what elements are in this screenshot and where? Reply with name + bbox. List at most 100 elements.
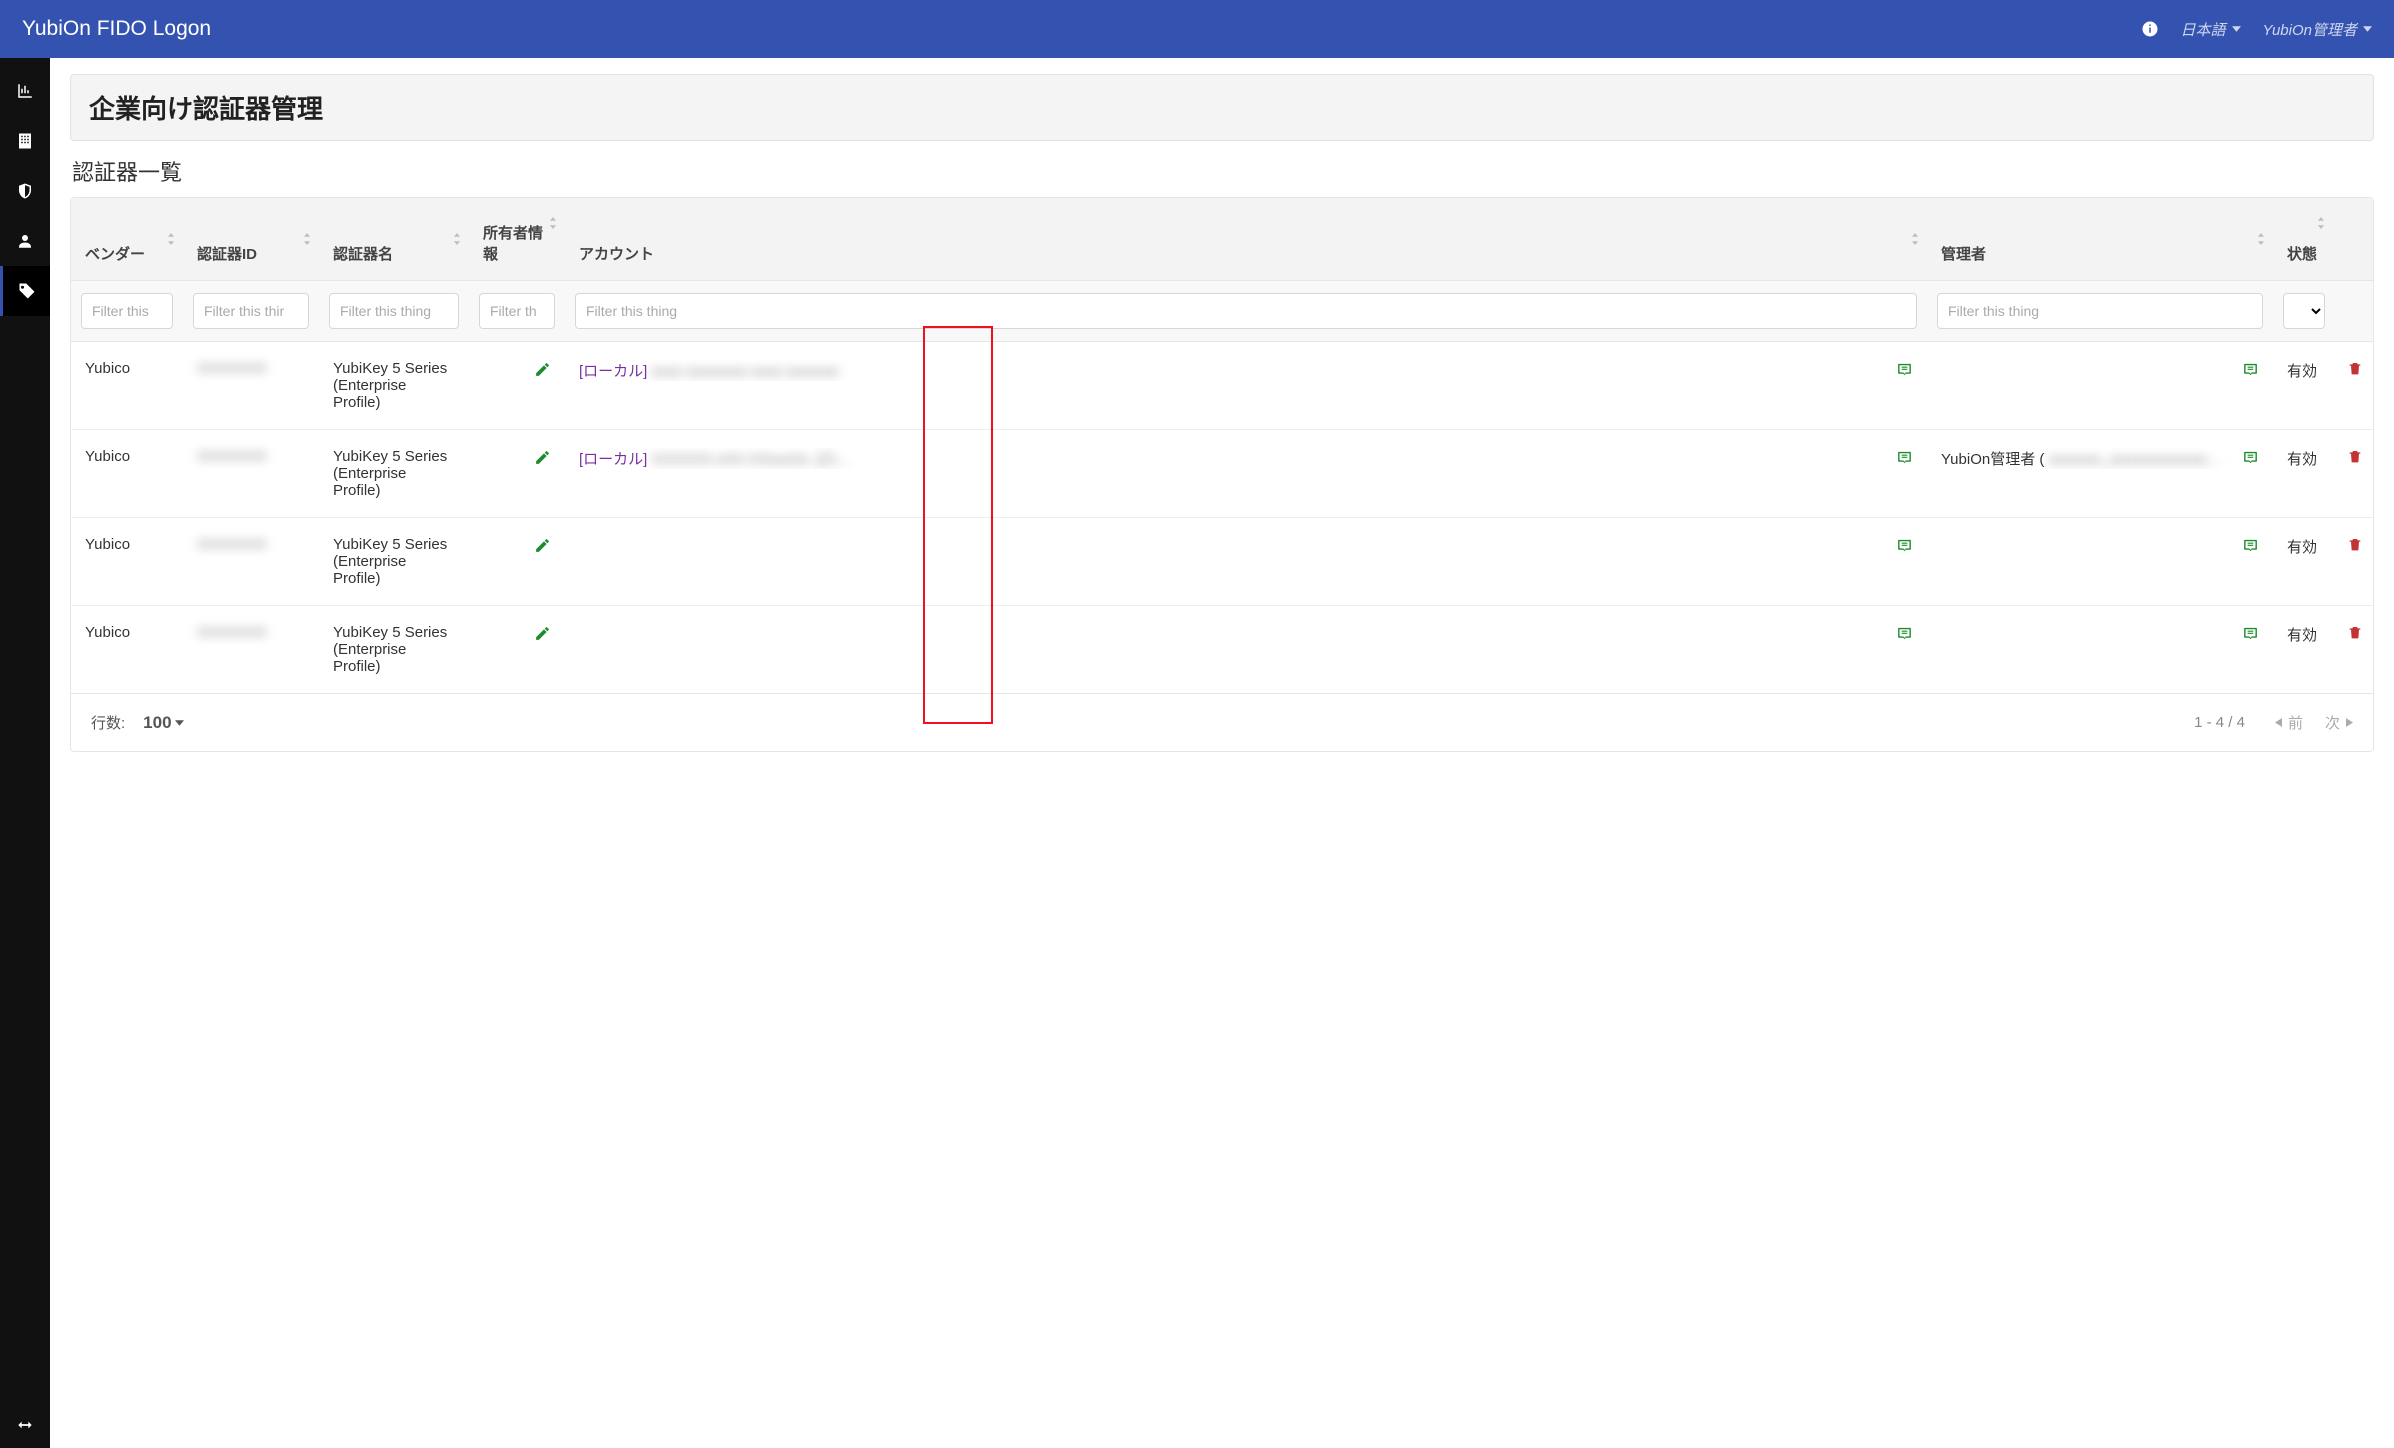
cell-authenticator-id: XXXXXXX — [183, 342, 319, 430]
cell-admin — [1927, 518, 2273, 606]
inbox-icon[interactable] — [1896, 536, 1913, 554]
sidebar — [0, 58, 50, 1448]
edit-icon[interactable] — [534, 360, 551, 377]
cell-status: 有効 — [2273, 606, 2333, 694]
admin-value: YubiOn管理者 ( — [1941, 451, 2044, 468]
table-wrapper: ベンダー 認証器ID 認証器名 所有者情報 アカウント 管理者 状態 — [70, 197, 2374, 752]
inbox-icon[interactable] — [1896, 624, 1913, 642]
list-title: 認証器一覧 — [72, 155, 2374, 187]
edit-icon[interactable] — [534, 536, 551, 553]
edit-icon[interactable] — [534, 624, 551, 641]
cell-admin: YubiOn管理者 ( xxxxxxx_xxxxxxxxxxxxx… — [1927, 430, 2273, 518]
cell-authenticator-name: YubiKey 5 Series (Enterprise Profile) — [319, 606, 469, 694]
col-account[interactable]: アカウント — [565, 198, 1927, 281]
cell-delete — [2333, 606, 2373, 694]
content: 企業向け認証器管理 認証器一覧 ベンダー 認証器ID 認証器名 所有者情報 アカ… — [50, 58, 2394, 1448]
sidebar-item-users[interactable] — [0, 216, 50, 266]
cell-account: [ローカル] XXXXXX-xXX-XXxxxXx ,[ロ… — [565, 430, 1927, 518]
inbox-icon[interactable] — [2242, 360, 2259, 378]
brand-title: YubiOn FIDO Logon — [22, 17, 211, 41]
sidebar-item-authenticators[interactable] — [0, 266, 50, 316]
cell-vendor: Yubico — [71, 430, 183, 518]
topbar: YubiOn FIDO Logon 日本語 YubiOn管理者 — [0, 0, 2394, 58]
sidebar-item-organization[interactable] — [0, 116, 50, 166]
inbox-icon[interactable] — [1896, 448, 1913, 466]
col-vendor[interactable]: ベンダー — [71, 198, 183, 281]
cell-owner — [469, 518, 565, 606]
trash-icon[interactable] — [2347, 536, 2363, 553]
table-row: Yubico XXXXXXX YubiKey 5 Series (Enterpr… — [71, 606, 2373, 694]
language-dropdown[interactable]: 日本語 — [2181, 19, 2241, 40]
col-admin[interactable]: 管理者 — [1927, 198, 2273, 281]
cell-authenticator-id: XXXXXXX — [183, 430, 319, 518]
filter-vendor[interactable] — [81, 293, 173, 329]
user-icon — [16, 232, 34, 250]
filter-authenticator-id[interactable] — [193, 293, 309, 329]
trash-icon[interactable] — [2347, 624, 2363, 641]
language-label: 日本語 — [2181, 19, 2226, 40]
col-authenticator-name[interactable]: 認証器名 — [319, 198, 469, 281]
inbox-icon[interactable] — [2242, 624, 2259, 642]
page-next[interactable]: 次 — [2325, 712, 2353, 733]
page-header: 企業向け認証器管理 — [70, 74, 2374, 141]
cell-vendor: Yubico — [71, 518, 183, 606]
col-authenticator-id[interactable]: 認証器ID — [183, 198, 319, 281]
user-dropdown[interactable]: YubiOn管理者 — [2263, 19, 2372, 40]
tag-icon — [18, 282, 36, 300]
cell-authenticator-name: YubiKey 5 Series (Enterprise Profile) — [319, 430, 469, 518]
triangle-right-icon — [2346, 718, 2353, 727]
sidebar-toggle[interactable] — [0, 1402, 50, 1448]
inbox-icon[interactable] — [1896, 360, 1913, 378]
filter-status[interactable] — [2283, 293, 2325, 329]
cell-admin — [1927, 606, 2273, 694]
cell-delete — [2333, 342, 2373, 430]
col-status[interactable]: 状態 — [2273, 198, 2333, 281]
account-prefix: [ローカル] — [579, 451, 647, 468]
cell-authenticator-name: YubiKey 5 Series (Enterprise Profile) — [319, 342, 469, 430]
inbox-icon[interactable] — [2242, 448, 2259, 466]
cell-status: 有効 — [2273, 518, 2333, 606]
page-prev[interactable]: 前 — [2275, 712, 2303, 733]
trash-icon[interactable] — [2347, 360, 2363, 377]
cell-account — [565, 518, 1927, 606]
filter-admin[interactable] — [1937, 293, 2263, 329]
edit-icon[interactable] — [534, 448, 551, 465]
cell-vendor: Yubico — [71, 342, 183, 430]
filter-authenticator-name[interactable] — [329, 293, 459, 329]
building-icon — [16, 132, 34, 150]
triangle-left-icon — [2275, 718, 2282, 727]
chevron-down-icon — [2232, 26, 2241, 32]
cell-authenticator-id: XXXXXXX — [183, 518, 319, 606]
sidebar-item-security[interactable] — [0, 166, 50, 216]
sidebar-item-dashboard[interactable] — [0, 66, 50, 116]
chevron-down-icon — [2363, 26, 2372, 32]
filter-owner[interactable] — [479, 293, 555, 329]
rows-per-page[interactable]: 100 — [143, 713, 183, 733]
cell-owner — [469, 606, 565, 694]
info-icon[interactable] — [2141, 20, 2159, 38]
cell-authenticator-id: XXXXXXX — [183, 606, 319, 694]
filter-account[interactable] — [575, 293, 1917, 329]
cell-owner — [469, 430, 565, 518]
rows-label: 行数: — [91, 712, 125, 733]
inbox-icon[interactable] — [2242, 536, 2259, 554]
cell-account — [565, 606, 1927, 694]
page-range: 1 - 4 / 4 — [2194, 714, 2245, 731]
trash-icon[interactable] — [2347, 448, 2363, 465]
table-row: Yubico XXXXXXX YubiKey 5 Series (Enterpr… — [71, 342, 2373, 430]
cell-owner — [469, 342, 565, 430]
user-label: YubiOn管理者 — [2263, 19, 2357, 40]
page-title: 企業向け認証器管理 — [89, 89, 2355, 126]
cell-account: [ローカル] xxxx-xxxxxxxx-xxxx-xxxxxxx — [565, 342, 1927, 430]
table-footer: 行数: 100 1 - 4 / 4 前 次 — [71, 693, 2373, 751]
table-row: Yubico XXXXXXX YubiKey 5 Series (Enterpr… — [71, 518, 2373, 606]
cell-status: 有効 — [2273, 342, 2333, 430]
account-value: XXXXXX-xXX-XXxxxXx ,[ロ… — [652, 451, 852, 468]
col-owner-info[interactable]: 所有者情報 — [469, 198, 565, 281]
pager: 前 次 — [2275, 712, 2353, 733]
expand-icon — [15, 1415, 35, 1435]
cell-vendor: Yubico — [71, 606, 183, 694]
account-prefix: [ローカル] — [579, 363, 647, 380]
authenticator-table: ベンダー 認証器ID 認証器名 所有者情報 アカウント 管理者 状態 — [71, 198, 2373, 693]
cell-authenticator-name: YubiKey 5 Series (Enterprise Profile) — [319, 518, 469, 606]
